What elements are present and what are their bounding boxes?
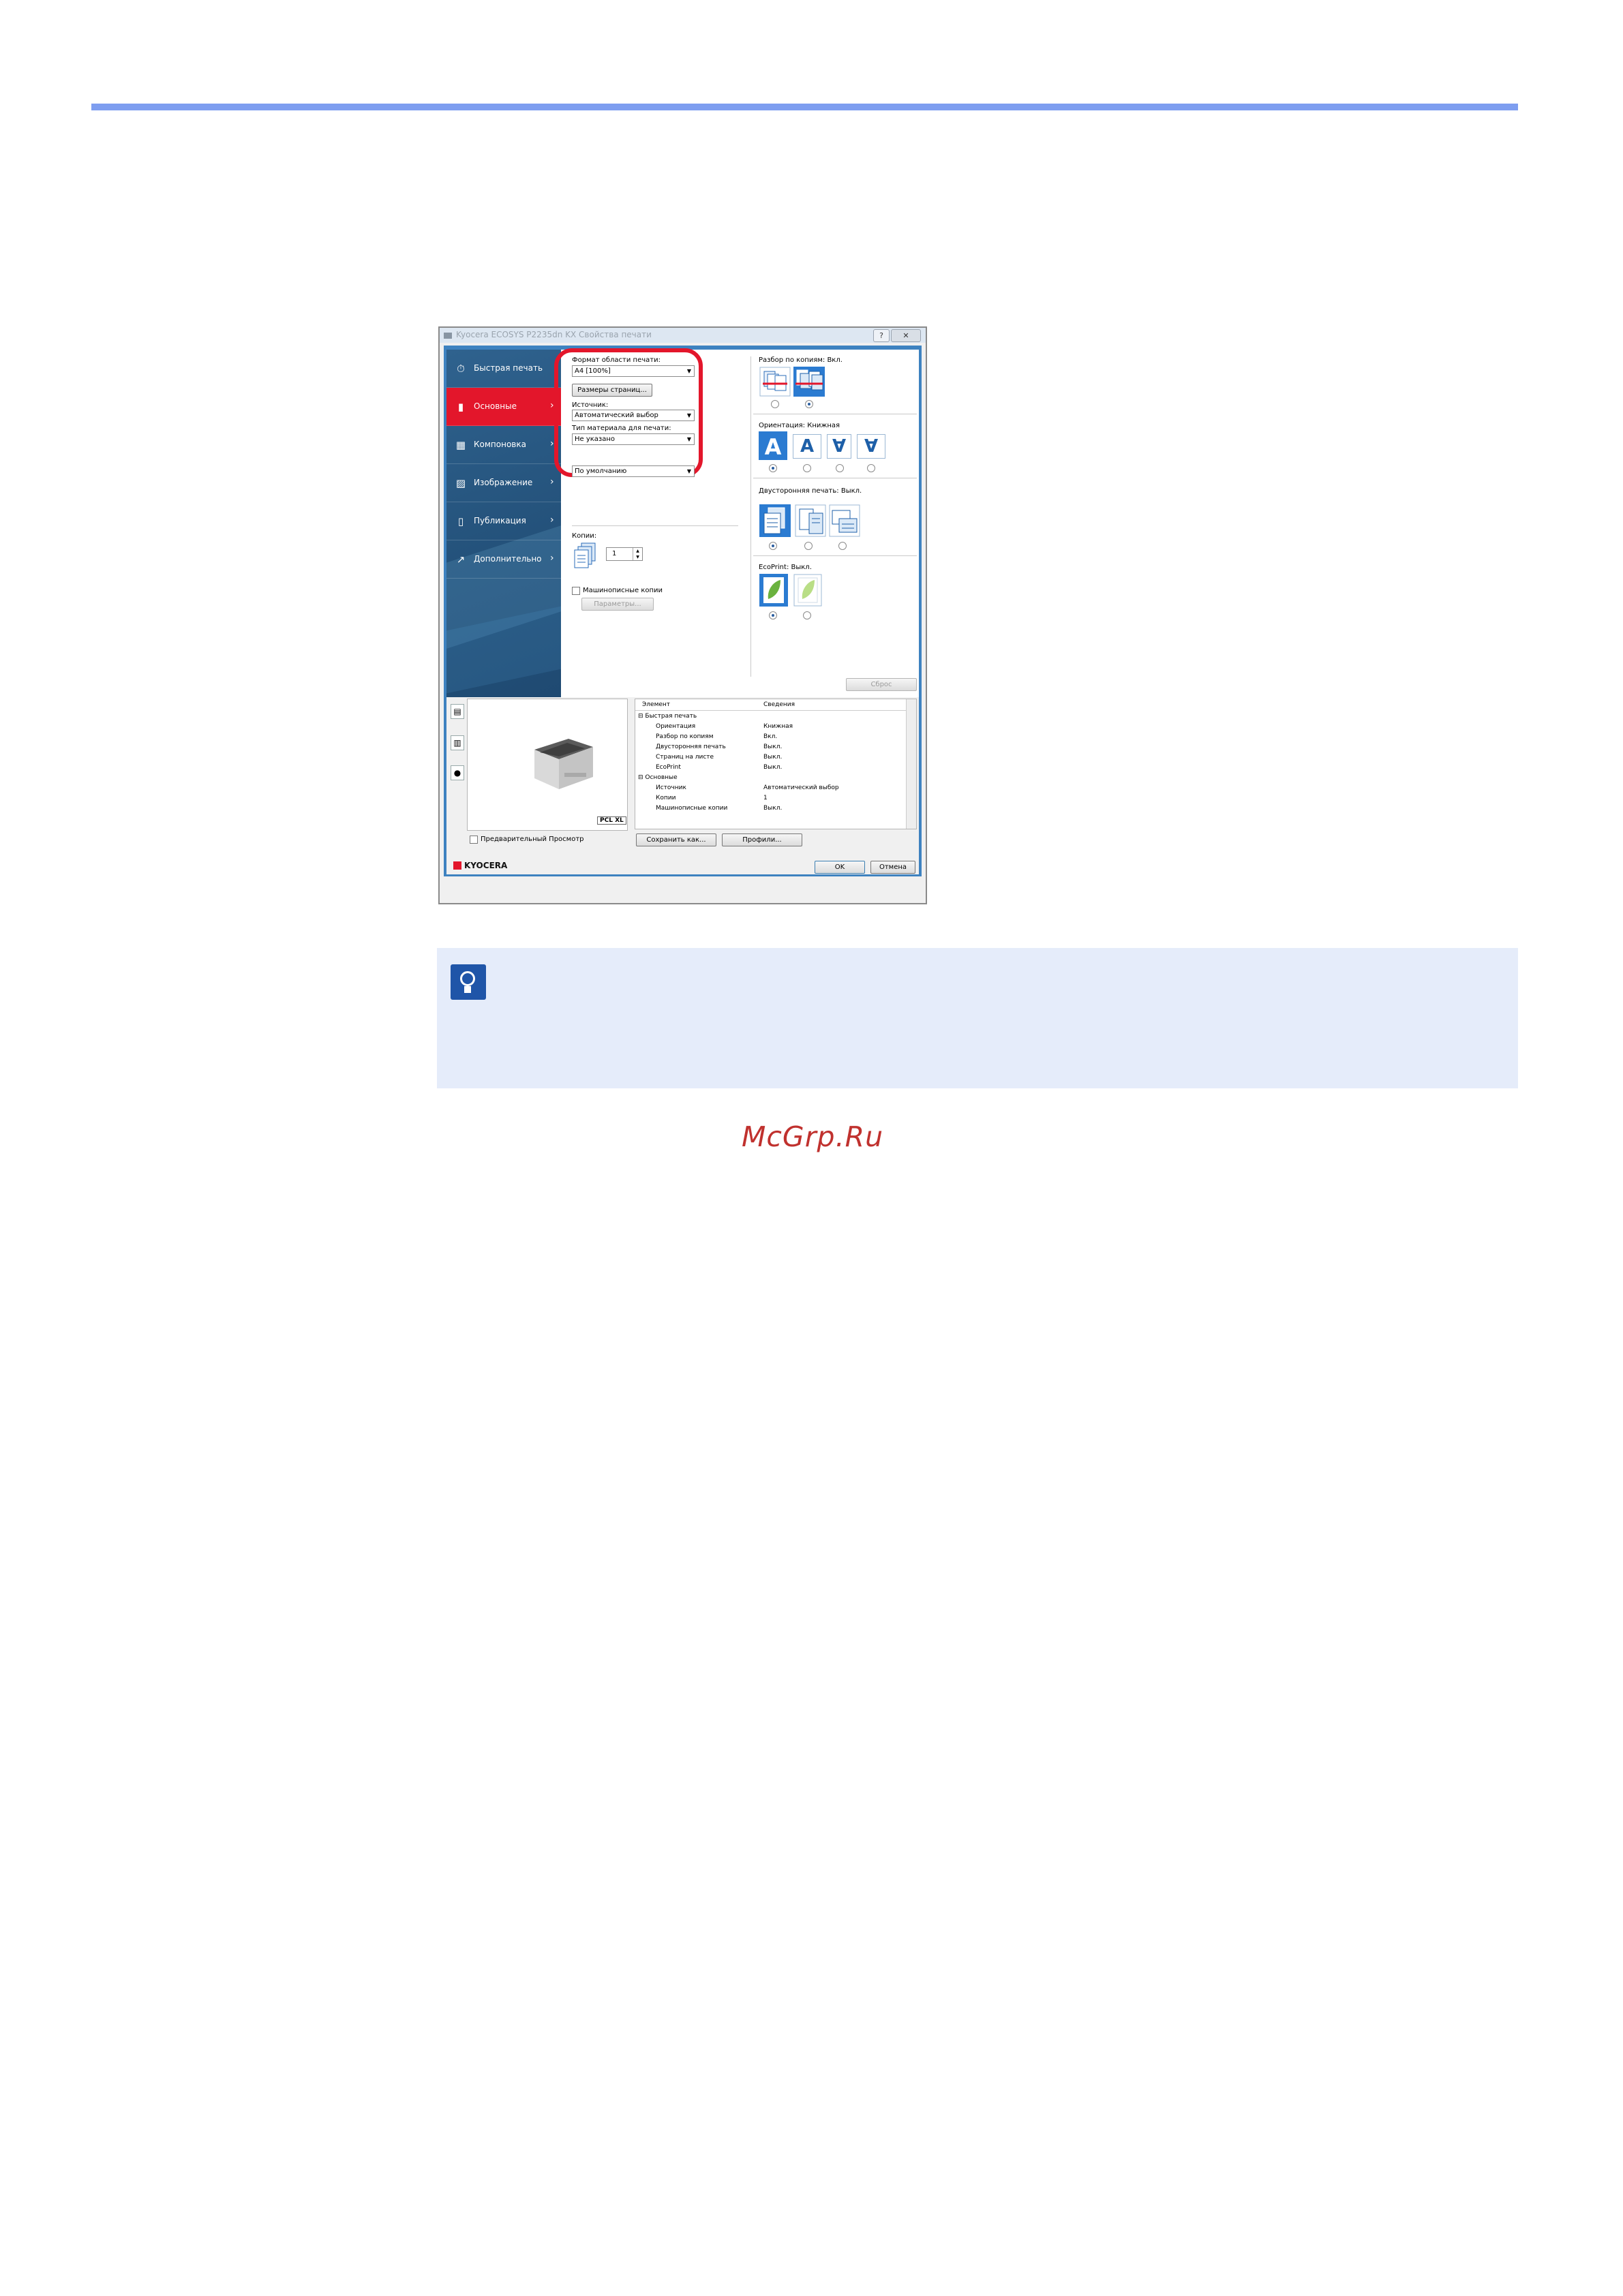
typewriter-copies-checkbox[interactable] bbox=[572, 587, 580, 595]
typewriter-copies-label: Машинописные копии bbox=[583, 587, 663, 594]
orientation-portrait-option[interactable]: A bbox=[759, 431, 787, 460]
orientation-portrait-rotated-radio[interactable] bbox=[836, 464, 844, 472]
pcl-badge: PCL XL bbox=[597, 816, 626, 825]
ecoprint-label: EcoPrint: Выкл. bbox=[759, 564, 812, 571]
orientation-landscape-rotated-option[interactable]: ∀ bbox=[857, 434, 885, 459]
page-icon: ▮ bbox=[457, 401, 464, 413]
duplex-short-edge-radio[interactable] bbox=[838, 542, 847, 550]
layout-grid-icon: ▦ bbox=[455, 439, 466, 451]
ecoprint-on-icon[interactable] bbox=[793, 573, 823, 607]
duplex-off-icon[interactable] bbox=[759, 504, 791, 538]
image-chart-icon: ▨ bbox=[455, 477, 466, 489]
column-item: Элемент bbox=[642, 701, 671, 708]
nav-item-quick-print[interactable]: ⏱ Быстрая печать bbox=[446, 350, 561, 388]
kyocera-mark-icon bbox=[453, 861, 461, 870]
stopwatch-icon: ⏱ bbox=[457, 363, 465, 375]
summary-scrollbar[interactable] bbox=[906, 699, 916, 829]
chevron-right-icon: › bbox=[550, 476, 554, 487]
copies-label: Копии: bbox=[572, 532, 597, 540]
orientation-landscape-option[interactable]: A bbox=[793, 434, 821, 459]
duplex-short-edge-icon[interactable] bbox=[828, 504, 861, 538]
preview-checkbox[interactable] bbox=[470, 836, 478, 844]
preview-side-toolbar: ▤ ▥ ● bbox=[449, 701, 466, 803]
collate-on-radio[interactable] bbox=[805, 400, 813, 408]
chevron-right-icon: › bbox=[550, 515, 554, 525]
dropdown-arrow-icon: ▼ bbox=[686, 468, 691, 474]
window-title: Kyocera ECOSYS P2235dn KX Свойства печат… bbox=[456, 330, 652, 339]
dropdown-arrow-icon: ▼ bbox=[686, 368, 691, 374]
nav-item-layout[interactable]: ▦ Компоновка › bbox=[446, 426, 561, 464]
page-sizes-button[interactable]: Размеры страниц... bbox=[572, 384, 652, 397]
kyocera-logo: KYOCERA bbox=[453, 861, 507, 870]
printer-view-icon[interactable]: ▤ bbox=[451, 704, 464, 719]
basic-settings-panel: Формат области печати: A4 [100%] ▼ Размер… bbox=[554, 348, 919, 697]
profiles-button[interactable]: Профили... bbox=[722, 833, 802, 846]
ecoprint-off-icon[interactable] bbox=[759, 573, 789, 607]
chevron-right-icon: › bbox=[550, 553, 554, 564]
orientation-portrait-rotated-option[interactable]: ∀ bbox=[827, 434, 851, 459]
tip-lightbulb-icon bbox=[451, 964, 486, 1000]
publish-icon: ▯ bbox=[457, 515, 464, 527]
print-size-label: Формат области печати: bbox=[572, 356, 661, 364]
top-rule bbox=[91, 104, 1518, 110]
stepper-arrows-icon[interactable]: ▲ ▼ bbox=[633, 548, 642, 560]
print-properties-dialog: Kyocera ECOSYS P2235dn KX Свойства печат… bbox=[438, 326, 927, 904]
orientation-landscape-radio[interactable] bbox=[803, 464, 811, 472]
watermark: McGrp.Ru bbox=[742, 1120, 884, 1153]
close-button[interactable]: ✕ bbox=[891, 329, 921, 342]
column-details: Сведения bbox=[763, 701, 795, 708]
duplex-off-radio[interactable] bbox=[769, 542, 777, 550]
source-select[interactable]: Автоматический выбор ▼ bbox=[572, 410, 695, 421]
help-button[interactable]: ? bbox=[873, 329, 890, 342]
duplex-label: Двусторонняя печать: Выкл. bbox=[759, 487, 862, 495]
chevron-right-icon: › bbox=[550, 400, 554, 411]
tip-box bbox=[437, 948, 1518, 1088]
nav-panel: ⏱ Быстрая печать ▮ Основные › ▦ Компонов… bbox=[446, 350, 561, 697]
printer-preview: PCL XL bbox=[467, 699, 628, 831]
copies-stepper[interactable]: 1 ▲ ▼ bbox=[606, 547, 643, 561]
arrow-icon: ↗ bbox=[456, 553, 466, 566]
color-view-icon[interactable]: ● bbox=[451, 765, 464, 780]
dropdown-arrow-icon: ▼ bbox=[686, 412, 691, 418]
collate-off-radio[interactable] bbox=[771, 400, 779, 408]
chevron-right-icon: › bbox=[550, 438, 554, 449]
bottom-section: ▤ ▥ ● PCL XL Элемент Сведения ⊟ Быстрая … bbox=[446, 699, 919, 874]
collate-off-icon[interactable] bbox=[759, 366, 791, 397]
media-type-label: Тип материала для печати: bbox=[572, 425, 671, 432]
duplex-long-edge-radio[interactable] bbox=[804, 542, 813, 550]
copies-icon bbox=[574, 542, 596, 568]
dialog-frame: ⏱ Быстрая печать ▮ Основные › ▦ Компонов… bbox=[444, 346, 922, 876]
ecoprint-on-radio[interactable] bbox=[803, 611, 811, 619]
settings-summary-list: Элемент Сведения ⊟ Быстрая печать Ориент… bbox=[635, 699, 917, 829]
parameters-button[interactable]: Параметры... bbox=[581, 598, 654, 611]
nav-item-advanced[interactable]: ↗ Дополнительно › bbox=[446, 540, 561, 579]
source-label: Источник: bbox=[572, 401, 609, 409]
orientation-portrait-radio[interactable] bbox=[769, 464, 777, 472]
reset-button[interactable]: Сброс bbox=[846, 678, 917, 691]
summary-header: Элемент Сведения bbox=[635, 699, 907, 711]
dialog-body: ⏱ Быстрая печать ▮ Основные › ▦ Компонов… bbox=[446, 348, 919, 874]
collate-on-icon[interactable] bbox=[793, 366, 825, 397]
preview-label: Предварительный Просмотр bbox=[481, 836, 584, 843]
default-select[interactable]: По умолчанию ▼ bbox=[572, 465, 695, 477]
media-type-select[interactable]: Не указано ▼ bbox=[572, 433, 695, 445]
save-as-button[interactable]: Сохранить как... bbox=[636, 833, 716, 846]
title-bar: Kyocera ECOSYS P2235dn KX Свойства печат… bbox=[440, 328, 926, 343]
dropdown-arrow-icon: ▼ bbox=[686, 436, 691, 442]
ok-button[interactable]: OK bbox=[815, 861, 865, 874]
nav-item-publishing[interactable]: ▯ Публикация › bbox=[446, 502, 561, 540]
duplex-long-edge-icon[interactable] bbox=[794, 504, 827, 538]
ecoprint-off-radio[interactable] bbox=[769, 611, 777, 619]
nav-item-basic[interactable]: ▮ Основные › bbox=[446, 388, 561, 426]
cancel-button[interactable]: Отмена bbox=[870, 861, 915, 874]
nav-item-image[interactable]: ▨ Изображение › bbox=[446, 464, 561, 502]
printer-app-icon bbox=[444, 333, 452, 339]
print-size-select[interactable]: A4 [100%] ▼ bbox=[572, 365, 695, 377]
printer-image bbox=[534, 739, 593, 789]
collate-label: Разбор по копиям: Вкл. bbox=[759, 356, 843, 364]
orientation-label: Ориентация: Книжная bbox=[759, 422, 840, 429]
orientation-landscape-rotated-radio[interactable] bbox=[867, 464, 875, 472]
page-view-icon[interactable]: ▥ bbox=[451, 735, 464, 750]
